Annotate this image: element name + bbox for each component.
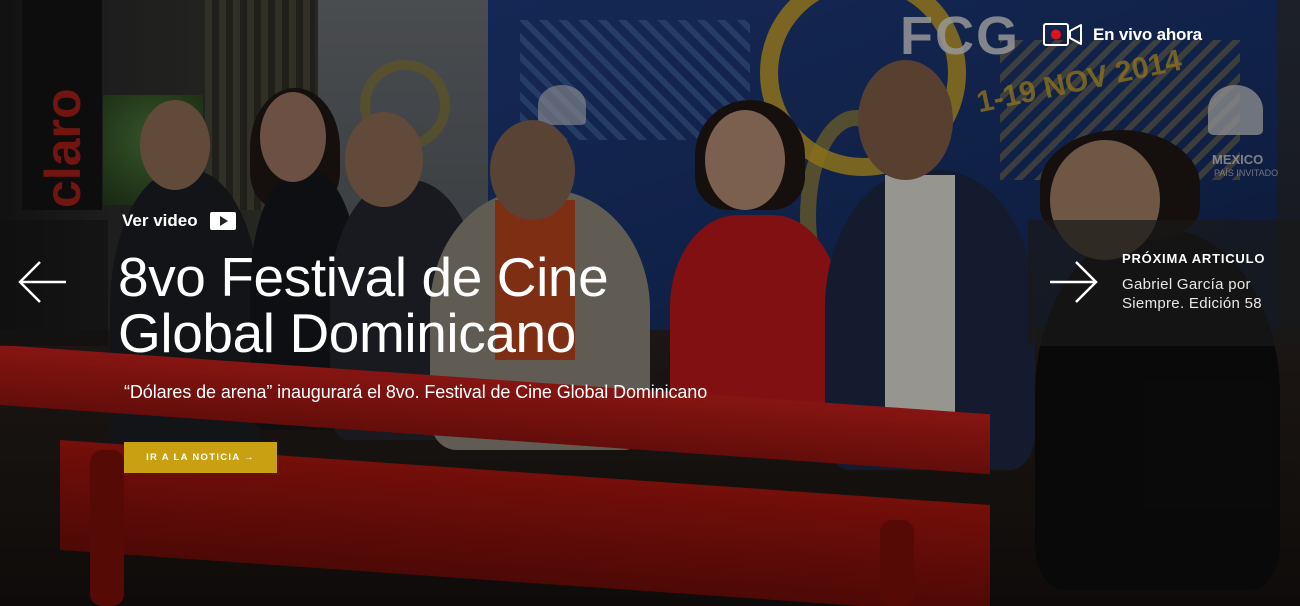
arrow-right-icon[interactable] bbox=[1046, 258, 1102, 306]
watch-video-link[interactable]: Ver video bbox=[122, 211, 236, 231]
article-headline[interactable]: 8vo Festival de Cine Global Dominicano bbox=[118, 249, 758, 361]
play-icon bbox=[209, 212, 236, 230]
live-now-link[interactable]: En vivo ahora bbox=[1043, 22, 1202, 48]
watch-video-label: Ver video bbox=[122, 211, 198, 230]
next-article-title[interactable]: Gabriel García por Siempre. Edición 58 bbox=[1122, 275, 1292, 313]
read-article-button[interactable]: IR A LA NOTICIA → bbox=[124, 442, 277, 473]
next-article-kicker: PRÓXIMA ARTICULO bbox=[1122, 251, 1266, 266]
live-now-label: En vivo ahora bbox=[1093, 25, 1202, 44]
live-camera-icon bbox=[1043, 22, 1083, 48]
article-subheadline: “Dólares de arena” inaugurará el 8vo. Fe… bbox=[124, 382, 708, 402]
arrow-left-icon[interactable] bbox=[14, 258, 70, 306]
